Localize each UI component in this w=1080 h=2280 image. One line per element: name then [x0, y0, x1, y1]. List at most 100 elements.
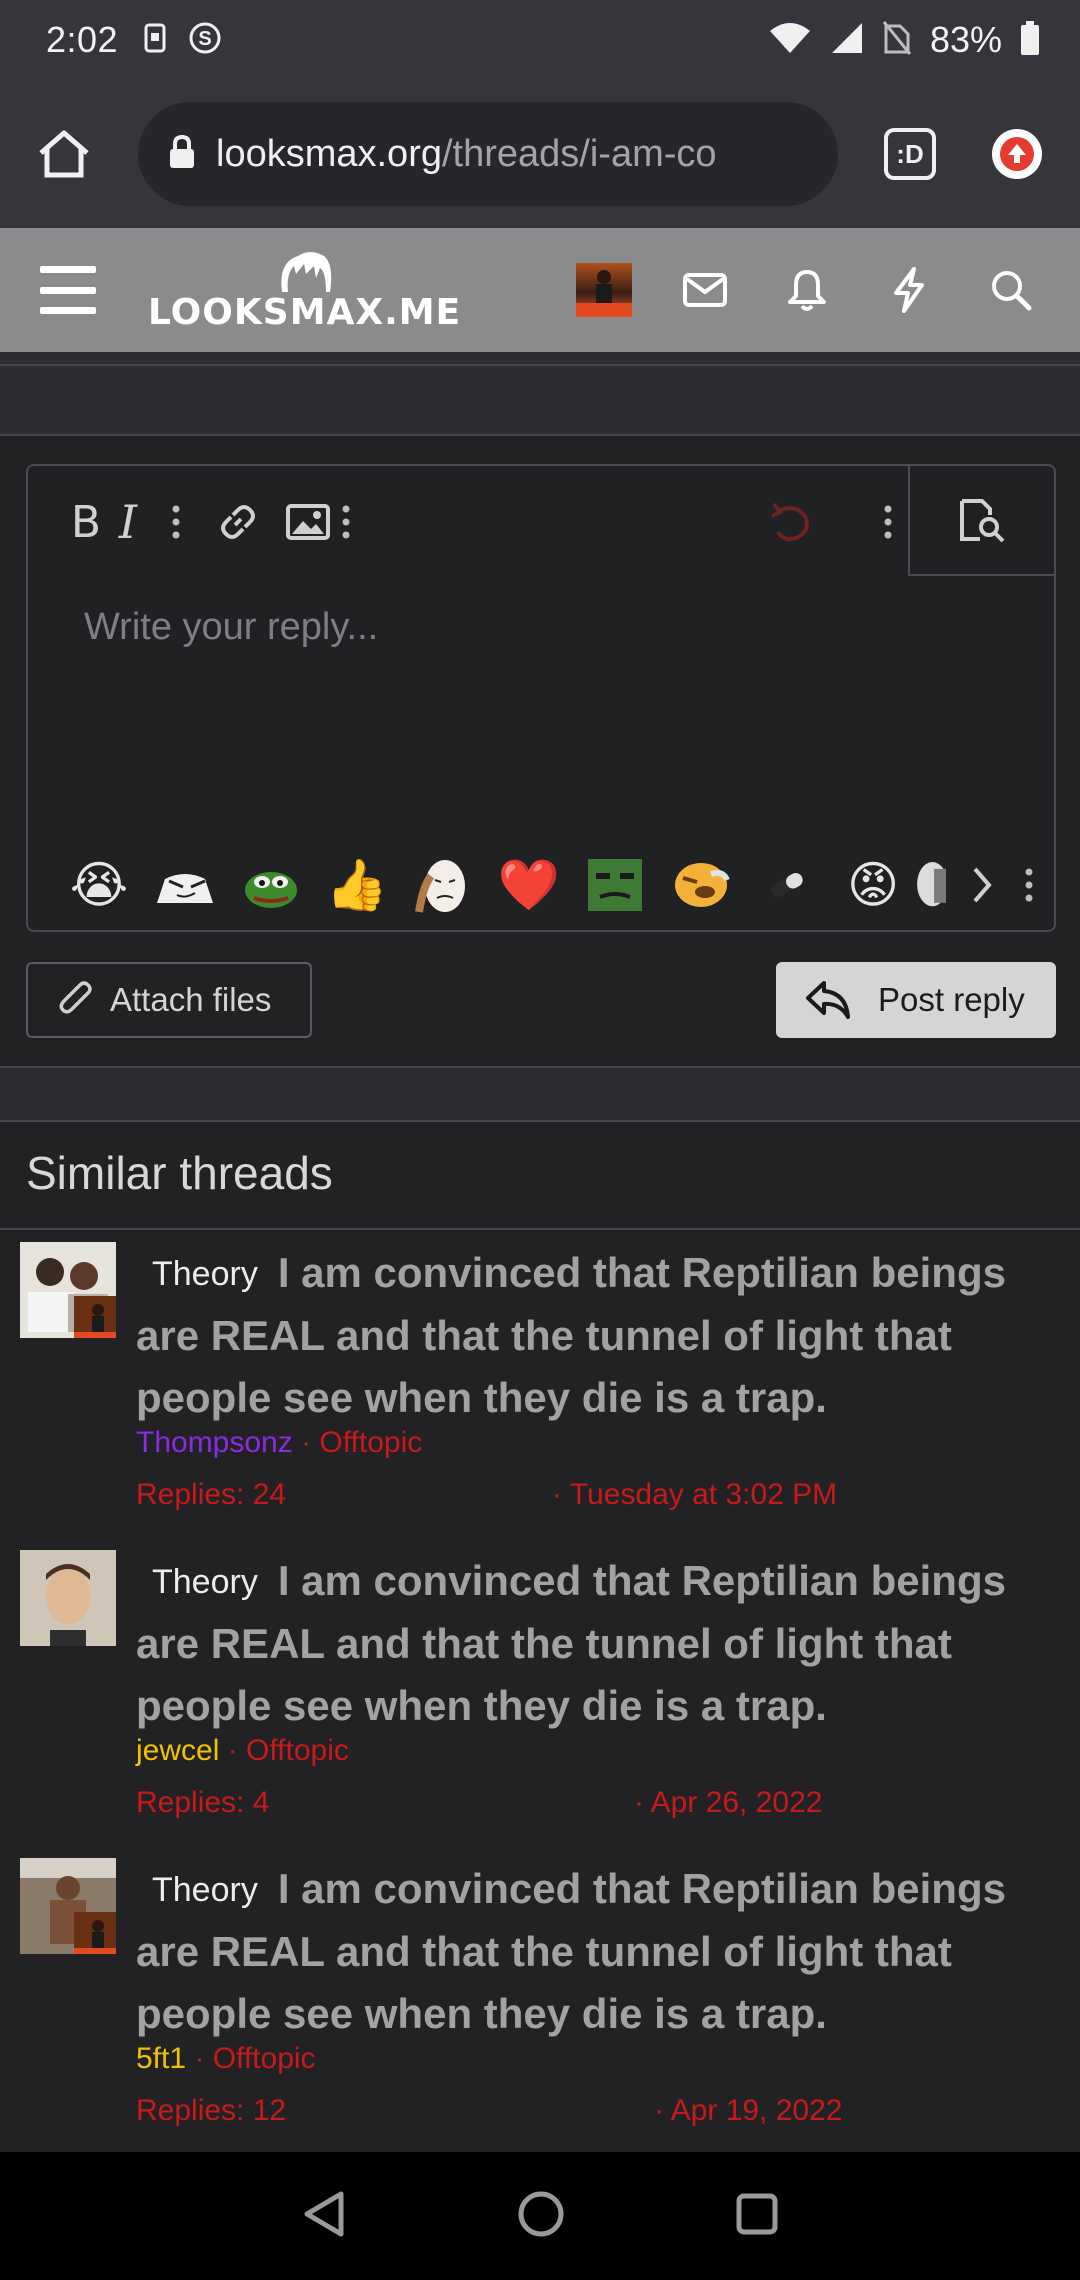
italic-button[interactable]: I — [98, 494, 158, 550]
wifi-icon — [768, 21, 812, 60]
site-logo[interactable]: LOOKSMAX.ME — [148, 248, 461, 333]
divider — [0, 364, 1080, 366]
thread-author-avatar[interactable] — [20, 1550, 116, 1646]
image-icon — [286, 504, 330, 540]
emoji-partial[interactable] — [912, 854, 946, 916]
status-bar: 2:02 S 83% — [0, 0, 1080, 80]
alerts-button[interactable] — [778, 261, 836, 319]
address-bar[interactable]: looksmax.org/threads/i-am-co — [138, 102, 838, 206]
emoji-yawn[interactable] — [670, 854, 732, 916]
battery-icon — [1020, 20, 1040, 60]
no-sim-icon — [882, 20, 912, 61]
emoji-crying-wojak[interactable] — [412, 854, 474, 916]
emoji-crying[interactable]: 😭 — [68, 854, 130, 916]
back-button[interactable] — [301, 2190, 347, 2243]
thread-meta: jewcel · Offtopic — [136, 1734, 349, 1767]
undo-button[interactable] — [760, 494, 820, 550]
home-nav-button[interactable] — [517, 2190, 565, 2243]
similar-threads-heading: Similar threads — [26, 1147, 333, 1199]
more-vertical-icon — [1025, 868, 1033, 902]
cell-signal-icon — [830, 21, 864, 60]
more-insert-options-button[interactable] — [326, 494, 366, 550]
thread-item[interactable]: Theory I am convinced that Reptilian bein… — [0, 1550, 1080, 1840]
thread-author[interactable]: jewcel — [136, 1734, 219, 1767]
emoji-more-button[interactable] — [1014, 854, 1044, 916]
thread-meta: 5ft1 · Offtopic — [136, 2042, 316, 2075]
thread-forum[interactable]: Offtopic — [246, 1734, 349, 1767]
thread-date: · Tuesday at 3:02 PM — [552, 1478, 838, 1511]
thread-title[interactable]: Theory I am convinced that Reptilian bein… — [136, 1242, 1056, 1429]
divider — [0, 1228, 1080, 1230]
thread-author-avatar[interactable] — [20, 1858, 116, 1954]
whats-new-button[interactable] — [880, 261, 938, 319]
recents-button[interactable] — [735, 2192, 779, 2241]
thread-meta: Thompsonz · Offtopic — [136, 1426, 423, 1459]
chevron-right-icon — [973, 867, 992, 903]
attach-files-label: Attach files — [110, 981, 272, 1018]
browser-toolbar: looksmax.org/threads/i-am-co :D — [0, 80, 1080, 228]
home-button[interactable] — [26, 116, 102, 192]
recents-square-icon — [736, 2193, 778, 2234]
emoji-heart[interactable]: ❤️ — [498, 854, 560, 916]
attach-files-button[interactable]: Attach files — [26, 962, 312, 1038]
preview-icon — [960, 499, 1005, 543]
more-options-button[interactable] — [868, 494, 908, 550]
thread-title[interactable]: Theory I am convinced that Reptilian bein… — [136, 1550, 1056, 1737]
emoji-next-button[interactable] — [962, 854, 1002, 916]
url-domain: looksmax.org — [216, 132, 442, 175]
inbox-button[interactable] — [676, 261, 734, 319]
emoji-pepe[interactable] — [240, 854, 302, 916]
paperclip-icon — [59, 981, 92, 1014]
user-avatar[interactable] — [576, 263, 632, 317]
thread-author[interactable]: Thompsonz — [136, 1426, 293, 1459]
thread-replies: Replies: 4 — [136, 1786, 270, 1819]
thread-author-avatar[interactable] — [20, 1242, 116, 1338]
home-icon — [39, 130, 89, 178]
url-path: /threads/i-am-co — [441, 132, 717, 175]
skype-notification-icon: S — [188, 21, 222, 60]
section-strip — [0, 1068, 1080, 1120]
emoji-bar: 😭 👍 ❤️ 😡 — [44, 846, 1044, 926]
search-button[interactable] — [982, 261, 1040, 319]
more-vertical-icon — [172, 505, 180, 539]
back-triangle-icon — [304, 2191, 344, 2236]
more-text-options-button[interactable] — [156, 494, 196, 550]
thread-date: · Apr 26, 2022 — [634, 1786, 823, 1819]
menu-icon[interactable] — [40, 266, 96, 314]
reply-textarea[interactable]: Write your reply... — [84, 606, 378, 649]
undo-icon — [771, 502, 809, 542]
upload-icon — [1000, 137, 1034, 171]
user-avatar-mini — [74, 1912, 116, 1954]
hair-logo-icon — [280, 251, 331, 292]
envelope-icon — [683, 273, 727, 307]
update-extension-button[interactable] — [992, 129, 1042, 179]
divider — [0, 434, 1080, 436]
system-navigation-bar — [0, 2152, 1080, 2280]
download-notification-icon — [144, 23, 166, 58]
thread-title[interactable]: Theory I am convinced that Reptilian bein… — [136, 1858, 1056, 2045]
reply-icon — [806, 981, 850, 1019]
emoji-pill[interactable] — [756, 854, 818, 916]
emoji-smug-face[interactable] — [154, 854, 216, 916]
thread-item[interactable]: Theory I am convinced that Reptilian bein… — [0, 1858, 1080, 2148]
thread-author[interactable]: 5ft1 — [136, 2042, 186, 2075]
thread-replies: Replies: 24 — [136, 1478, 287, 1511]
search-icon — [992, 271, 1032, 311]
logo-text: LOOKSMAX.ME — [148, 291, 462, 333]
status-time: 2:02 — [46, 19, 119, 60]
preview-button[interactable] — [908, 466, 1054, 576]
thread-prefix-label[interactable]: Theory — [136, 1551, 276, 1613]
emoji-thumbs-up[interactable]: 👍 — [326, 854, 388, 916]
thread-item[interactable]: Theory I am convinced that Reptilian bein… — [0, 1242, 1080, 1532]
insert-link-button[interactable] — [208, 494, 268, 550]
thread-prefix-label[interactable]: Theory — [136, 1243, 276, 1305]
home-circle-icon — [518, 2191, 564, 2236]
thread-forum[interactable]: Offtopic — [319, 1426, 422, 1459]
thread-forum[interactable]: Offtopic — [213, 2042, 316, 2075]
divider — [0, 1120, 1080, 1122]
thread-prefix-label[interactable]: Theory — [136, 1859, 276, 1921]
emoji-angry[interactable]: 😡 — [842, 854, 904, 916]
tab-switcher-button[interactable]: :D — [884, 128, 936, 180]
emoji-green-face[interactable] — [584, 854, 646, 916]
post-reply-button[interactable]: Post reply — [776, 962, 1056, 1038]
